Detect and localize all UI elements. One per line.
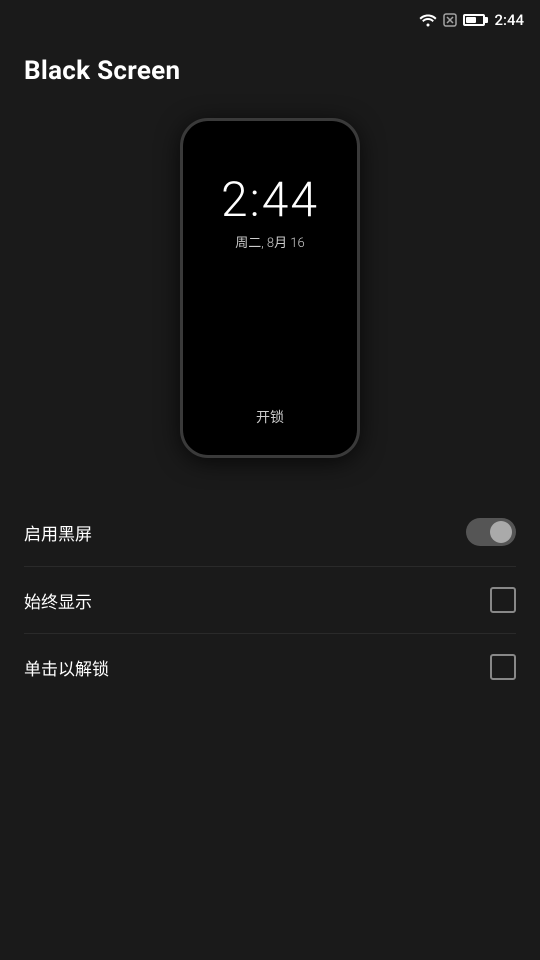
phone-clock: 2:44 [221,171,319,228]
phone-date: 周二, 8月 16 [235,232,304,251]
battery-icon [463,14,485,26]
setting-item-tap-to-unlock: 单击以解锁 [24,634,516,700]
status-bar: 2:44 [0,0,540,40]
setting-item-always-show: 始终显示 [24,567,516,634]
phone-mockup: 2:44 周二, 8月 16 开锁 [180,118,360,458]
always-show-checkbox[interactable] [490,587,516,613]
setting-item-enable-black-screen: 启用黑屏 [24,498,516,567]
setting-label-always-show: 始终显示 [24,588,92,613]
tap-to-unlock-checkbox[interactable] [490,654,516,680]
phone-unlock-label: 开锁 [256,407,284,427]
status-icons: 2:44 [419,11,524,29]
phone-preview: 2:44 周二, 8月 16 开锁 [0,118,540,458]
enable-black-screen-toggle[interactable] [466,518,516,546]
settings-section: 启用黑屏 始终显示 单击以解锁 [0,498,540,700]
status-time: 2:44 [494,11,524,29]
toggle-knob [490,521,512,543]
page-title: Black Screen [0,40,540,94]
wifi-icon [419,13,437,27]
phone-screen: 2:44 周二, 8月 16 开锁 [183,121,357,455]
phone-top-info: 2:44 周二, 8月 16 [221,171,319,251]
setting-label-enable-black-screen: 启用黑屏 [24,520,92,545]
no-sim-icon [442,13,458,27]
setting-label-tap-to-unlock: 单击以解锁 [24,655,109,680]
